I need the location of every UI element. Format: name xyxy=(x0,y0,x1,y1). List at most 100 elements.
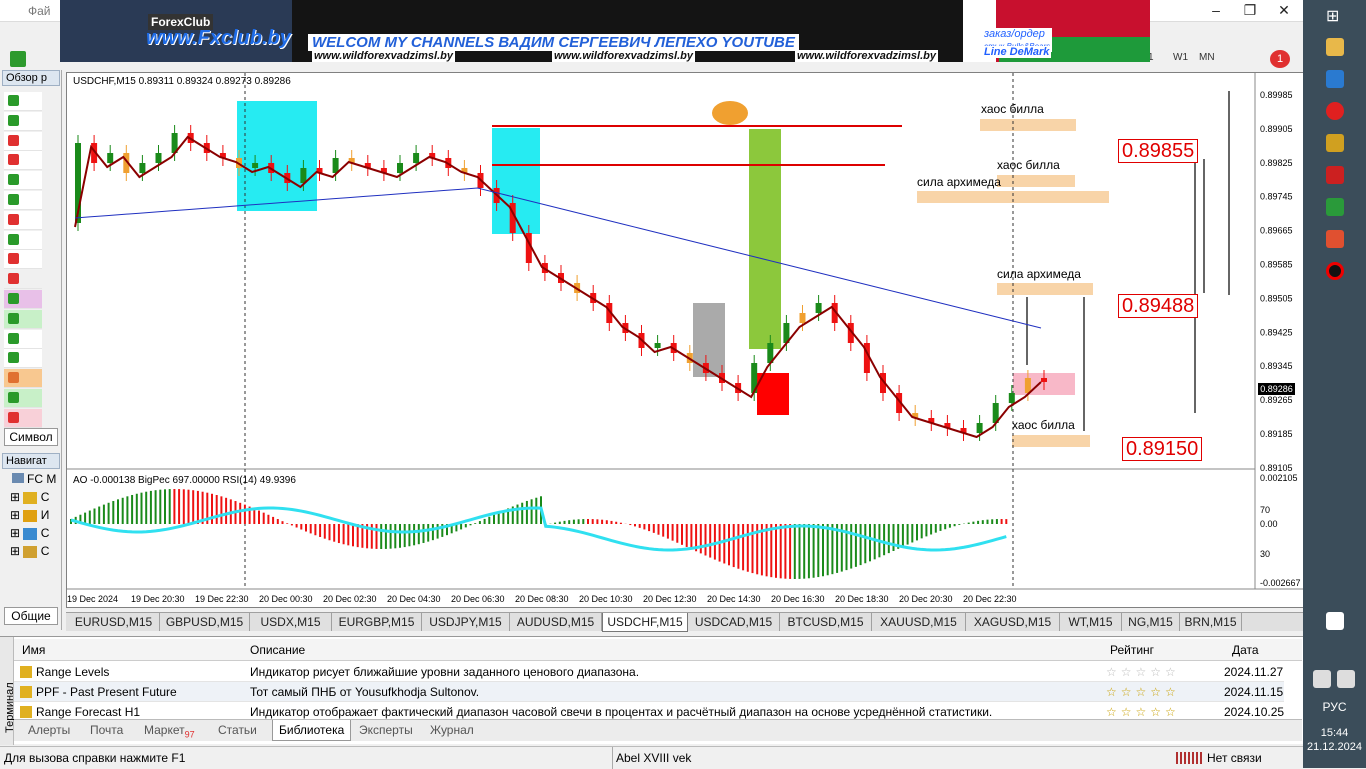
symbol-tab[interactable]: BRN,M15 xyxy=(1180,613,1242,631)
price-level-label: 0.89855 xyxy=(1118,139,1199,163)
banner-url: www.Fxclub.by xyxy=(146,27,291,49)
col-description[interactable]: Описание xyxy=(250,643,305,657)
tab-common[interactable]: Общие xyxy=(4,607,58,625)
record-icon[interactable] xyxy=(1326,262,1344,280)
market-watch-row[interactable] xyxy=(4,270,42,290)
nav-item[interactable]: ⊞ С xyxy=(10,544,49,558)
clock[interactable]: 15:44 21.12.2024 xyxy=(1303,726,1366,754)
symbol-tab[interactable]: BTCUSD,M15 xyxy=(780,613,872,631)
arrow-up-icon xyxy=(8,372,19,384)
col-rating[interactable]: Рейтинг xyxy=(1110,643,1154,657)
library-row[interactable]: PPF - Past Present Future Тот самый ПНБ о… xyxy=(14,682,1284,702)
symbol-tab[interactable]: WT,M15 xyxy=(1060,613,1122,631)
green-zone xyxy=(749,129,781,349)
close-button[interactable]: ✕ xyxy=(1267,0,1301,20)
market-watch-row[interactable] xyxy=(4,230,42,250)
symbol-tab[interactable]: EURGBP,M15 xyxy=(332,613,422,631)
market-watch-row[interactable] xyxy=(4,349,42,369)
tf-mn[interactable]: MN xyxy=(1199,52,1215,63)
symbol-tab[interactable]: EURUSD,M15 xyxy=(68,613,160,631)
candle-body xyxy=(300,168,307,183)
symbol-tab[interactable]: USDJPY,M15 xyxy=(422,613,510,631)
market-watch-title[interactable]: Обзор р xyxy=(2,70,60,86)
time-tick-label: 19 Dec 2024 xyxy=(67,594,118,604)
terminal-tab[interactable]: Журнал xyxy=(430,723,474,737)
market-watch-row[interactable] xyxy=(4,92,42,111)
market-watch-row[interactable] xyxy=(4,210,42,230)
symbol-tab[interactable]: XAUUSD,M15 xyxy=(872,613,966,631)
nav-item-label: С xyxy=(40,490,50,504)
folder-icon[interactable] xyxy=(1326,38,1344,56)
market-watch-row[interactable] xyxy=(4,408,42,428)
symbol-tab[interactable]: USDX,M15 xyxy=(250,613,332,631)
app2-icon[interactable] xyxy=(1326,230,1344,248)
symbol-tab[interactable]: AUDUSD,M15 xyxy=(510,613,602,631)
market-watch-row[interactable] xyxy=(4,329,42,349)
arrow-down-icon xyxy=(8,154,19,166)
time-tick-label: 20 Dec 00:30 xyxy=(259,594,313,604)
terminal-tab[interactable]: Библиотека xyxy=(272,720,352,741)
terminal-tab[interactable]: Статьи xyxy=(218,723,257,737)
terminal-tab-label: Эксперты xyxy=(359,723,413,737)
network-icon[interactable] xyxy=(1313,670,1331,688)
col-date[interactable]: Дата xyxy=(1232,643,1259,657)
restore-button[interactable]: ❐ xyxy=(1233,0,1267,20)
terminal-tab-label: Почта xyxy=(90,723,124,737)
speaker-icon[interactable] xyxy=(1326,166,1344,184)
market-watch-row[interactable] xyxy=(4,250,42,270)
candle-body xyxy=(139,163,146,173)
opera-icon[interactable] xyxy=(1326,102,1344,120)
annotation-box xyxy=(980,119,1076,131)
terminal-tab[interactable]: Эксперты xyxy=(359,723,413,737)
symbol-tab[interactable]: GBPUSD,M15 xyxy=(160,613,250,631)
price-tick-label: 0.89985 xyxy=(1260,90,1293,100)
app-icon[interactable] xyxy=(1326,70,1344,88)
keyboard-icon[interactable] xyxy=(1326,612,1344,630)
minimize-button[interactable]: – xyxy=(1199,0,1233,20)
market-watch-row[interactable] xyxy=(4,369,42,389)
notification-icon[interactable]: 1 xyxy=(1270,50,1290,68)
arrow-down-icon xyxy=(8,411,19,423)
market-watch-row[interactable] xyxy=(4,131,42,151)
calculator-icon[interactable] xyxy=(1326,198,1344,216)
market-watch-row[interactable] xyxy=(4,171,42,191)
navigator-title[interactable]: Навигат xyxy=(2,453,60,469)
nav-item[interactable]: ⊞ С xyxy=(10,526,49,540)
arrow-down-icon xyxy=(8,134,19,146)
market-watch-row[interactable] xyxy=(4,389,42,408)
col-name[interactable]: Имя xyxy=(22,643,45,657)
price-level-label: 0.89150 xyxy=(1122,437,1203,461)
nav-root[interactable]: FC M xyxy=(12,472,56,486)
chart-window[interactable]: 0.89985 0.89905 0.89825 0.89745 0.89665 0.895… xyxy=(66,72,1304,608)
new-chart-icon[interactable] xyxy=(10,51,26,67)
symbol-tab[interactable]: USDCAD,M15 xyxy=(688,613,780,631)
symbol-tab[interactable]: NG,M15 xyxy=(1122,613,1180,631)
start-icon[interactable]: ⊞ xyxy=(1326,6,1344,25)
chart-annotation: хаос билла xyxy=(981,102,1044,116)
nav-item[interactable]: ⊞ И xyxy=(10,508,49,522)
library-row[interactable]: Range Levels Индикатор рисует ближайшие у… xyxy=(14,662,1284,682)
tf-w1[interactable]: W1 xyxy=(1173,52,1188,63)
symbol-tab[interactable]: XAGUSD,M15 xyxy=(966,613,1060,631)
nav-item[interactable]: ⊞ С xyxy=(10,490,49,504)
ma-blue-line xyxy=(74,187,1042,329)
price-tick-label: 0.89905 xyxy=(1260,124,1293,134)
tab-symbol[interactable]: Символ xyxy=(4,428,58,446)
terminal-tab[interactable]: Маркет97 xyxy=(144,723,195,739)
market-watch-row[interactable] xyxy=(4,290,42,309)
market-watch-row[interactable] xyxy=(4,309,42,329)
terminal-tab[interactable]: Почта xyxy=(90,723,123,737)
symbol-tab[interactable]: USDCHF,M15 xyxy=(602,613,688,632)
market-watch-row[interactable] xyxy=(4,151,42,171)
market-watch-row[interactable] xyxy=(4,191,42,210)
language-indicator[interactable]: РУС xyxy=(1303,700,1366,714)
banner-order-text: заказ/ордер xyxy=(984,28,1045,40)
arrow-up-icon xyxy=(8,233,19,245)
terminal-tab[interactable]: Алерты xyxy=(28,723,70,737)
chart-header: USDCHF,M15 0.89311 0.89324 0.89273 0.892… xyxy=(73,76,291,87)
menu-file[interactable]: Фай xyxy=(28,4,51,18)
paint-icon[interactable] xyxy=(1326,134,1344,152)
market-watch-row[interactable] xyxy=(4,111,42,131)
ad-banner[interactable]: ForexClub www.Fxclub.by WELCOM MY CHANNE… xyxy=(60,0,1150,62)
volume-icon[interactable] xyxy=(1337,670,1355,688)
